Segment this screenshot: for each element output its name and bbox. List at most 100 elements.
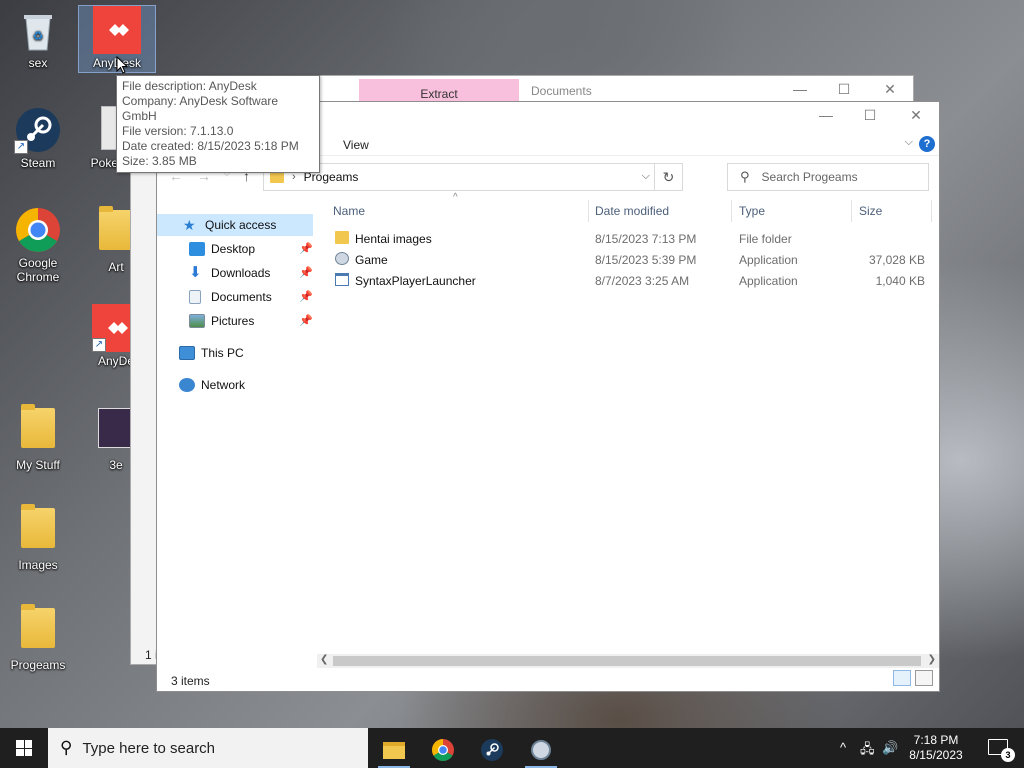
file-size: 37,028 KB [868,253,925,267]
address-dropdown-icon[interactable]: ⌵ [642,170,650,183]
pin-icon[interactable]: 📌 [299,314,313,327]
column-date-modified[interactable]: Date modified [595,204,669,218]
folder-icon [14,604,62,656]
taskbar-chrome[interactable] [421,732,465,768]
nav-label: Downloads [211,266,271,280]
desktop-icon-images[interactable]: Images [0,504,76,572]
chevron-down-icon[interactable]: ⌵ [905,136,913,149]
back-window-title: Documents [531,84,592,98]
minimize-button[interactable]: — [785,81,815,97]
maximize-button[interactable]: ☐ [829,81,859,98]
nav-item-desktop[interactable]: Desktop [189,238,255,260]
scroll-left-icon[interactable]: ❮ [320,654,328,665]
scroll-right-icon[interactable]: ❯ [928,654,936,665]
file-type: File folder [739,232,792,246]
scrollbar-thumb[interactable] [333,656,921,666]
pin-icon[interactable]: 📌 [299,242,313,255]
taskbar-search-placeholder: Type here to search [82,739,216,757]
desktop-icon-label: Images [18,558,58,572]
folder-icon [270,171,284,183]
pictures-icon [189,314,205,328]
nav-item-pictures[interactable]: Pictures [189,310,254,332]
tooltip-line: Size: 3.85 MB [122,154,197,168]
help-button[interactable]: ? [919,136,935,152]
steam-icon: ↗ [14,106,62,154]
shortcut-arrow-icon: ↗ [14,140,28,154]
desktop-icon-steam[interactable]: ↗ Steam [0,106,76,170]
nav-item-network[interactable]: Network [179,374,245,396]
file-name: Hentai images [355,232,432,246]
column-type[interactable]: Type [739,204,765,218]
network-icon[interactable]: 🖧 [860,740,875,762]
large-icons-view-icon[interactable] [915,670,933,686]
mouse-cursor-icon [116,55,129,77]
desktop-icon-google-chrome[interactable]: Google Chrome [0,206,76,284]
explorer-window[interactable]: — ☐ ✕ View ⌵ ? ← → ⌵ ↑ › Progeams ⌵ ↻ ⚲ … [156,101,940,692]
nav-item-downloads[interactable]: ⬇ Downloads [189,262,270,284]
file-row[interactable]: Hentai images 8/15/2023 7:13 PM File fol… [329,229,935,249]
desktop-icon-label: Progeams [10,658,66,672]
nav-label: This PC [201,346,244,360]
desktop-icon-progeams[interactable]: Progeams [0,604,76,672]
tooltip-line: File description: AnyDesk [122,79,257,93]
chrome-icon [14,206,62,254]
file-type: Application [739,253,798,267]
steam-icon [481,739,503,761]
search-box[interactable]: ⚲ Search Progeams [727,163,929,191]
chrome-icon [432,739,454,761]
desktop-icon-label: Steam [20,156,56,170]
extract-tab[interactable]: Extract [359,79,519,103]
recycle-bin-icon: ♻ [14,6,62,54]
clock-date: 8/15/2023 [909,748,963,762]
notification-count: 3 [1001,748,1015,762]
desktop-icon-label: sex [28,56,48,70]
view-switcher [893,670,933,686]
file-row[interactable]: Game 8/15/2023 5:39 PM Application 37,02… [329,250,935,270]
windows-logo-icon [16,740,32,756]
tooltip-line: File version: 7.1.13.0 [122,124,234,138]
desktop-icon-label: Google Chrome [16,256,60,284]
pin-icon[interactable]: 📌 [299,290,313,303]
desktop-icon-my-stuff[interactable]: My Stuff [0,404,76,472]
close-button[interactable]: ✕ [901,107,931,124]
start-button[interactable] [0,728,48,768]
taskbar-file-explorer[interactable] [372,732,416,768]
nav-label: Documents [211,290,272,304]
column-size[interactable]: Size [859,204,882,218]
clock-time: 7:18 PM [913,733,959,747]
file-explorer-icon [383,741,405,759]
svg-text:♻: ♻ [33,29,44,43]
folder-icon [14,404,62,456]
nav-label: Pictures [211,314,255,328]
system-tray: ^ 🖧 🔊 7:18 PM 8/15/2023 3 [824,728,1024,768]
taskbar-game-app[interactable] [519,732,563,768]
pin-icon[interactable]: 📌 [299,266,313,279]
clock[interactable]: 7:18 PM 8/15/2023 [904,733,968,763]
nav-item-documents[interactable]: Documents [189,286,272,308]
search-placeholder: Search Progeams [761,170,858,184]
horizontal-scrollbar[interactable]: ❮ ❯ [317,654,939,668]
download-arrow-icon: ⬇ [189,264,202,281]
file-row[interactable]: SyntaxPlayerLauncher 8/7/2023 3:25 AM Ap… [329,271,935,291]
nav-item-quick-access[interactable]: ★ Quick access [157,214,313,236]
volume-icon[interactable]: 🔊 [882,740,898,756]
refresh-icon[interactable]: ↻ [654,164,682,190]
desktop-icon-recycle-bin[interactable]: ♻ sex [0,6,76,70]
close-button[interactable]: ✕ [875,81,905,98]
star-icon: ★ [183,217,196,233]
column-header: ^ Name Date modified Type Size [327,192,933,222]
address-bar[interactable]: › Progeams ⌵ ↻ [263,163,683,191]
maximize-button[interactable]: ☐ [855,107,885,124]
file-date: 8/15/2023 7:13 PM [595,232,697,246]
taskbar-steam[interactable] [470,732,514,768]
desktop-icon [189,242,205,256]
details-view-icon[interactable] [893,670,911,686]
notification-center-icon[interactable]: 3 [988,739,1015,762]
nav-item-this-pc[interactable]: This PC [179,342,244,364]
taskbar-search[interactable]: ⚲ Type here to search [48,728,368,768]
column-name[interactable]: Name [333,204,365,218]
chevron-up-icon[interactable]: ^ [840,740,846,755]
file-info-tooltip: File description: AnyDesk Company: AnyDe… [116,75,320,173]
tab-view[interactable]: View [343,138,369,152]
minimize-button[interactable]: — [811,107,841,123]
